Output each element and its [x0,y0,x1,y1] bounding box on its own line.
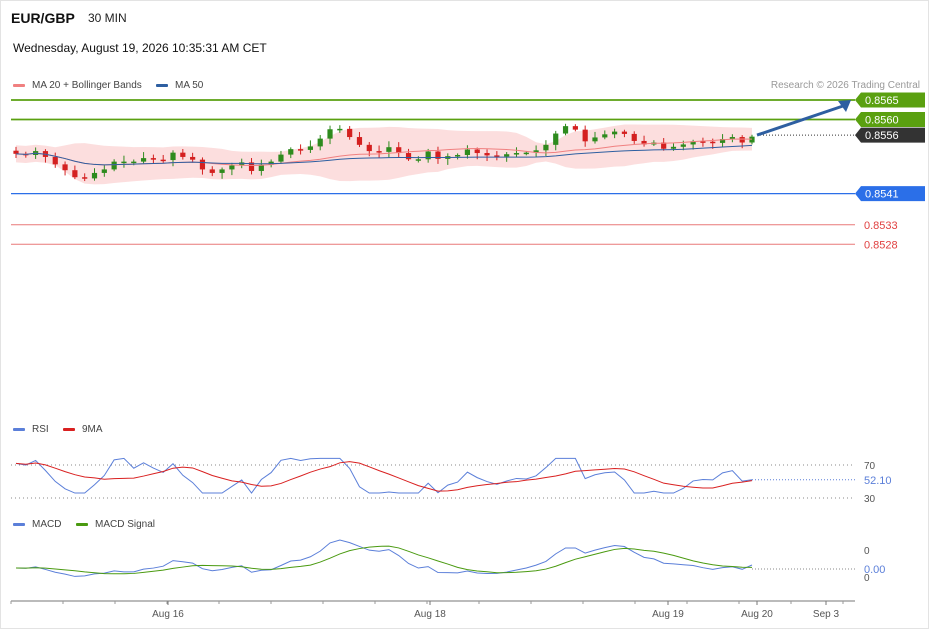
price-chart[interactable]: 0.8565 0.8560 0.8556 0.8541 0.8533 0.8528 70 30… [0,0,929,629]
level-label: 0.8533 [864,220,898,232]
level-label: 0.8528 [864,239,898,251]
candle-body [484,153,490,156]
price-tag-label: 0.8560 [865,115,899,127]
candle-body [160,159,166,162]
candle-body [455,154,461,157]
candle-body [602,134,608,138]
candle-body [523,152,529,155]
time-tick-label: Aug 19 [652,609,684,620]
time-tick-label: Aug 20 [741,609,773,620]
candle-body [415,159,421,161]
candle-body [572,126,578,130]
time-tick-label: Aug 18 [414,609,446,620]
candle-body [82,177,88,179]
price-tag-label: 0.8556 [865,130,899,142]
candle-body [180,152,186,157]
time-tick-label: Sep 3 [813,609,840,620]
candle-body [72,170,78,178]
candle-body [62,164,68,171]
candle-body [582,129,588,142]
candle-body [513,153,520,155]
candle-body [474,149,480,154]
candle-body [307,146,313,150]
candle-body [199,159,206,170]
candle-body [386,147,392,152]
candle-body [347,128,353,138]
candle-body [327,129,333,139]
macd-line [15,539,753,577]
candle-body [405,153,412,160]
candle-body [297,149,304,151]
candle-body [219,169,225,173]
forecast-arrow [756,104,844,137]
candle-body [229,165,235,170]
candle-body [562,126,569,134]
candle-body [710,141,716,144]
candle-body [356,137,363,145]
time-tick-label: Aug 16 [152,609,184,620]
candle-body [621,131,628,134]
candle-body [91,172,98,179]
candle-body [337,128,343,131]
candle-body [209,169,215,173]
candle-body [278,154,284,162]
rsi-value-label: 52.10 [864,475,892,487]
candle-body [190,156,196,160]
rsi-level-label: 30 [864,494,876,505]
macd-axis-tick: 0 [864,546,870,557]
price-tag-label: 0.8541 [865,189,899,201]
candle-body [111,161,117,170]
candle-body [464,149,471,155]
candle-body [376,151,382,153]
candle-body [317,138,323,147]
candle-body [670,146,677,149]
candle-body [170,152,176,161]
rsi-level-label: 70 [864,461,876,472]
candle-body [288,149,294,155]
rsi-line [15,457,753,494]
candle-body [631,133,637,141]
candle-body [13,150,19,154]
candle-body [739,137,745,143]
price-tag-label: 0.8565 [865,95,899,107]
candle-body [680,144,686,147]
candle-body [366,144,372,152]
macd-value-label: 0.00 [864,564,885,576]
candle-body [592,137,598,142]
candle-body [121,161,127,164]
candle-body [140,158,147,162]
candle-body [425,151,431,160]
bollinger-band [16,124,752,185]
candle-body [131,161,137,164]
candle-body [52,156,58,165]
candle-body [101,169,107,173]
candle-body [504,154,510,157]
candle-body [543,144,549,151]
candle-body [612,131,618,135]
rsi-9ma-line [15,461,753,492]
candle-body [150,158,156,160]
candle-body [553,133,559,145]
